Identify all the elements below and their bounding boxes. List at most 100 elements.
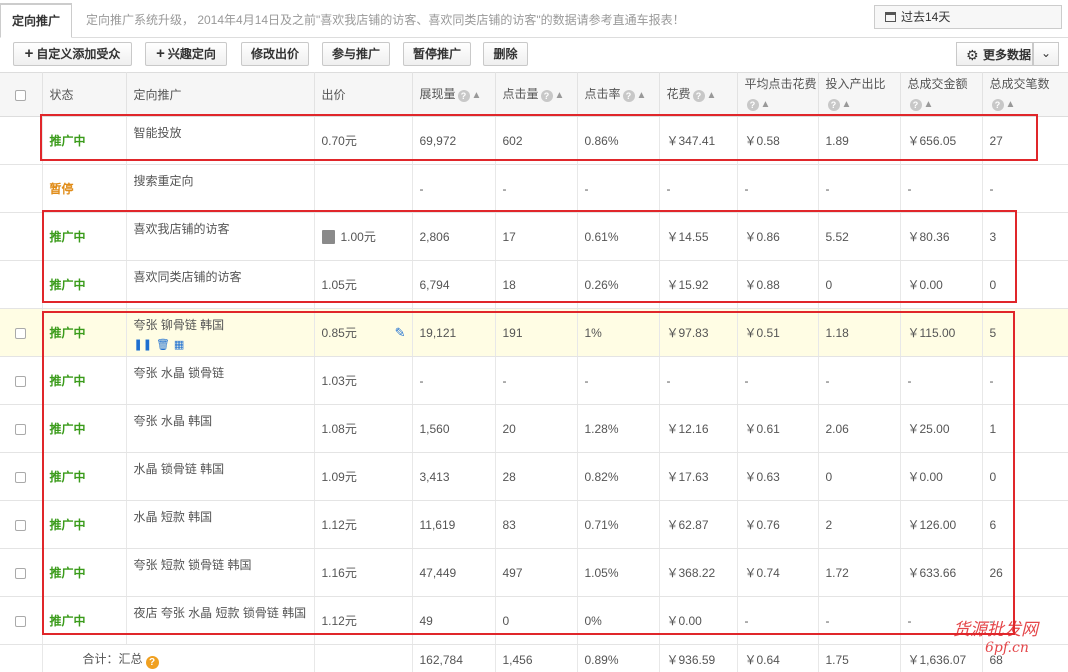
header-clicks[interactable]: 点击量? ▲ — [495, 72, 578, 117]
help-icon[interactable]: ? — [746, 99, 759, 111]
bid-value: 1.00元 — [340, 230, 376, 244]
header-clicks-label: 点击量 — [502, 86, 539, 101]
row-checkbox[interactable] — [15, 519, 27, 531]
row-checkbox[interactable] — [15, 375, 27, 387]
header-cost[interactable]: 花费? ▲ — [659, 72, 738, 117]
header-ctr[interactable]: 点击率? ▲ — [577, 72, 660, 117]
sort-icon[interactable]: ▲ — [924, 95, 934, 114]
row-clicks: - — [495, 164, 578, 213]
help-icon[interactable]: ? — [622, 89, 635, 102]
help-icon[interactable]: ? — [145, 656, 159, 670]
sort-icon[interactable]: ▲ — [842, 95, 852, 114]
header-target: 定向推广 — [126, 72, 315, 117]
calendar-icon — [885, 12, 896, 22]
row-cost: ￥368.22 — [659, 548, 738, 597]
pause-icon[interactable]: ❚❚ — [134, 338, 152, 351]
header-select-all[interactable] — [0, 72, 43, 117]
header-impressions[interactable]: 展现量? ▲ — [412, 72, 496, 117]
row-target-name: 夸张 短款 锁骨链 韩国 — [126, 548, 315, 597]
sort-icon[interactable]: ▲ — [637, 87, 647, 105]
header-impressions-label: 展现量 — [419, 86, 456, 101]
row-checkbox[interactable] — [15, 471, 27, 483]
system-notice: 定向推广系统升级， 2014年4月14日及之前"喜欢我店铺的访客、喜欢同类店铺的… — [86, 13, 685, 27]
status-label: 推广中 — [49, 326, 86, 340]
row-target-name: 夸张 水晶 韩国 — [126, 404, 315, 453]
row-clicks: - — [495, 356, 578, 405]
table-row[interactable]: 推广中 夸张 铆骨链 韩国 ❚❚ 🗑 ▦ 0.85元 ✎ 19,121 191 1% … — [0, 308, 1068, 357]
help-icon[interactable]: ? — [692, 89, 705, 102]
watermark-url: 6pf.cn — [985, 640, 1029, 656]
add-custom-audience-label: 自定义添加受众 — [36, 47, 121, 61]
row-ctr: 0.26% — [577, 260, 660, 309]
table-row[interactable]: 推广中 夸张 水晶 韩国 1.08元 1,560 20 1.28% ￥12.16… — [0, 404, 1068, 453]
help-icon[interactable]: ? — [457, 89, 470, 102]
join-promotion-button[interactable]: 参与推广 — [322, 42, 390, 66]
table-row[interactable]: 推广中 喜欢同类店铺的访客 1.05元 6,794 18 0.26% ￥15.9… — [0, 260, 1068, 309]
row-impressions: - — [412, 356, 496, 405]
sort-icon[interactable]: ▲ — [472, 87, 482, 105]
table-row[interactable]: 推广中 夸张 短款 锁骨链 韩国 1.16元 47,449 497 1.05% … — [0, 548, 1068, 597]
status-label: 推广中 — [49, 566, 86, 580]
row-target-name: 夸张 铆骨链 韩国 ❚❚ 🗑 ▦ — [126, 308, 315, 357]
row-bid: 0.85元 ✎ — [314, 308, 413, 357]
row-bid: 0.70元 — [314, 116, 413, 165]
tab-targeted-promotion[interactable]: 定向推广 — [0, 3, 72, 38]
trash-icon[interactable]: 🗑 — [156, 338, 170, 351]
header-gmv-label: 总成交金额 — [907, 77, 968, 91]
sort-icon[interactable]: ▲ — [707, 87, 717, 105]
table-row[interactable]: 推广中 夜店 夸张 水晶 短款 锁骨链 韩国 1.12元 49 0 0% ￥0.… — [0, 596, 1068, 645]
help-icon[interactable]: ? — [991, 99, 1004, 111]
table-row[interactable]: 推广中 夸张 水晶 锁骨链 1.03元 - - - - - - - - — [0, 356, 1068, 405]
row-checkbox[interactable] — [15, 423, 27, 435]
row-bid: 1.03元 — [314, 356, 413, 405]
period-selector[interactable]: 过去14天 — [874, 5, 1062, 29]
row-target-name: 水晶 短款 韩国 — [126, 500, 315, 549]
more-data-button[interactable]: ⚙ 更多数据 — [956, 42, 1033, 66]
row-status: 推广中 — [42, 596, 127, 645]
add-custom-audience-button[interactable]: + 自定义添加受众 — [13, 42, 132, 66]
table-row[interactable]: 推广中 水晶 短款 韩国 1.12元 11,619 83 0.71% ￥62.8… — [0, 500, 1068, 549]
header-cpc[interactable]: 平均点击花费? ▲ — [737, 72, 819, 117]
edit-bid-button[interactable]: 修改出价 — [241, 42, 309, 66]
row-checkbox[interactable] — [15, 567, 27, 579]
sort-icon[interactable]: ▲ — [761, 95, 771, 114]
report-icon[interactable]: ▦ — [174, 338, 184, 351]
row-status: 推广中 — [42, 404, 127, 453]
delete-button[interactable]: 删除 — [483, 42, 528, 66]
row-status: 暂停 — [42, 164, 127, 213]
row-ctr: 0.71% — [577, 500, 660, 549]
row-status: 推广中 — [42, 452, 127, 501]
help-icon[interactable]: ? — [540, 89, 553, 102]
table-row[interactable]: 推广中 智能投放 0.70元 69,972 602 0.86% ￥347.41 … — [0, 116, 1068, 165]
table-row[interactable]: 暂停 搜索重定向 - - - - - - - - — [0, 164, 1068, 213]
interest-targeting-button[interactable]: + 兴趣定向 — [145, 42, 227, 66]
row-cpc: ￥0.74 — [737, 548, 819, 597]
more-data-dropdown[interactable]: ⌄ — [1033, 42, 1059, 66]
row-checkbox[interactable] — [15, 615, 27, 627]
header-roi[interactable]: 投入产出比? ▲ — [818, 72, 901, 117]
status-label: 推广中 — [49, 470, 86, 484]
sort-icon[interactable]: ▲ — [555, 87, 565, 105]
row-checkbox[interactable] — [15, 327, 27, 339]
row-roi: 0 — [818, 260, 901, 309]
select-all-checkbox[interactable] — [15, 89, 27, 101]
edit-pencil-icon[interactable]: ✎ — [395, 325, 406, 341]
table-row[interactable]: 推广中 水晶 锁骨链 韩国 1.09元 3,413 28 0.82% ￥17.6… — [0, 452, 1068, 501]
row-ctr: 0.61% — [577, 212, 660, 261]
more-data-label: 更多数据 — [983, 48, 1032, 62]
row-impressions: 1,560 — [412, 404, 496, 453]
header-orders[interactable]: 总成交笔数? ▲ — [982, 72, 1068, 117]
report-icon[interactable] — [321, 230, 335, 244]
row-clicks: 17 — [495, 212, 578, 261]
help-icon[interactable]: ? — [827, 99, 840, 111]
row-orders: 27 — [982, 116, 1068, 165]
row-roi: 2.06 — [818, 404, 901, 453]
header-gmv[interactable]: 总成交金额? ▲ — [900, 72, 983, 117]
sort-icon[interactable]: ▲ — [1006, 95, 1016, 114]
summary-roi: 1.75 — [818, 644, 901, 672]
help-icon[interactable]: ? — [909, 99, 922, 111]
row-target-name: 喜欢我店铺的访客 — [126, 212, 315, 261]
summary-gmv: ￥1,636.07 — [900, 644, 983, 672]
table-row[interactable]: 推广中 喜欢我店铺的访客 1.00元 2,806 17 0.61% ￥14.55… — [0, 212, 1068, 261]
pause-promotion-button[interactable]: 暂停推广 — [403, 42, 471, 66]
